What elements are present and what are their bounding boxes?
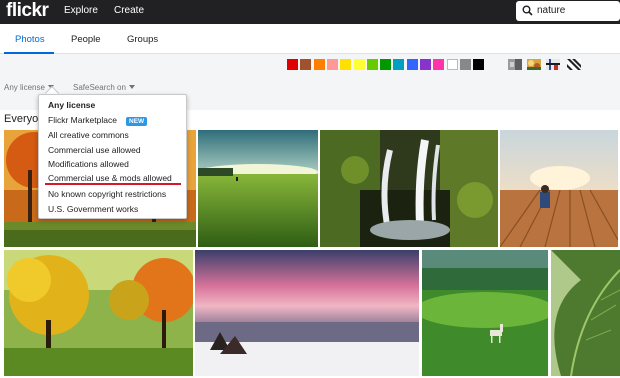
nav-explore[interactable]: Explore [64, 5, 98, 16]
leaf-closeup-photo[interactable] [551, 250, 620, 376]
pier-sitting-person-photo[interactable] [500, 130, 618, 247]
nav-create[interactable]: Create [114, 5, 144, 16]
color-swatch[interactable] [366, 59, 378, 70]
color-swatch[interactable] [393, 59, 405, 70]
tab-people[interactable]: People [71, 34, 101, 45]
license-filter-label: Any license [4, 83, 45, 92]
color-swatch[interactable] [313, 59, 325, 70]
tab-photos[interactable]: Photos [15, 34, 45, 45]
yellow-autumn-trees-photo[interactable] [4, 250, 193, 376]
license-option-us-gov[interactable]: U.S. Government works [48, 204, 138, 214]
black-and-white-icon[interactable] [508, 59, 522, 70]
search-type-tabs: Photos People Groups [0, 24, 620, 54]
flickr-logo[interactable]: flickr [6, 1, 49, 21]
tab-groups[interactable]: Groups [127, 34, 158, 45]
color-swatch[interactable] [340, 59, 352, 70]
safesearch-label: SafeSearch on [73, 83, 126, 92]
color-swatch[interactable] [300, 59, 312, 70]
search-query: nature [537, 5, 566, 16]
chevron-down-icon [128, 85, 135, 89]
color-swatch[interactable] [446, 59, 458, 70]
mossy-waterfall-photo[interactable] [320, 130, 498, 247]
highlight-underline [45, 183, 181, 185]
search-input[interactable]: nature [516, 1, 620, 21]
pink-sunset-lake-photo[interactable] [195, 250, 419, 376]
license-option-marketplace[interactable]: Flickr Marketplace [48, 115, 117, 125]
color-swatch[interactable] [433, 59, 445, 70]
color-swatch[interactable] [380, 59, 392, 70]
top-navigation-bar: flickr Explore Create nature [0, 0, 620, 24]
license-option-commercial-mods[interactable]: Commercial use & mods allowed [48, 173, 172, 183]
color-swatch[interactable] [353, 59, 365, 70]
color-swatch[interactable] [473, 59, 485, 70]
license-option-all-cc[interactable]: All creative commons [48, 130, 129, 140]
color-swatch[interactable] [459, 59, 471, 70]
search-icon[interactable] [522, 5, 533, 16]
color-swatch[interactable] [406, 59, 418, 70]
new-badge: NEW [126, 117, 148, 126]
patterns-icon[interactable] [567, 59, 581, 70]
color-swatch[interactable] [326, 59, 338, 70]
license-option-modifications[interactable]: Modifications allowed [48, 159, 129, 169]
deer-in-field-photo[interactable] [422, 250, 548, 376]
shallow-depth-icon[interactable] [527, 59, 541, 70]
license-dropdown-menu: Any license Flickr Marketplace NEW All c… [38, 94, 187, 219]
green-meadow-photo[interactable] [198, 130, 318, 247]
license-option-any[interactable]: Any license [48, 100, 95, 110]
color-swatch[interactable] [287, 59, 298, 70]
license-option-no-copyright[interactable]: No known copyright restrictions [48, 189, 166, 199]
color-swatch[interactable] [420, 59, 431, 70]
safesearch-dropdown[interactable]: SafeSearch on [73, 83, 135, 92]
license-option-commercial[interactable]: Commercial use allowed [48, 145, 141, 155]
minimalist-icon[interactable] [546, 59, 560, 70]
